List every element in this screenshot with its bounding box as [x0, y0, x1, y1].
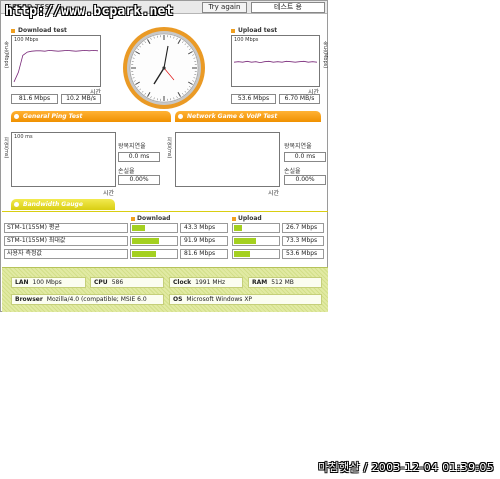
- signature-timestamp: 마침햇살 / 2003-12-04 01:39:05: [318, 461, 494, 474]
- cpu-key: CPU: [94, 279, 108, 286]
- game-rtt-label: 왕복지연율: [284, 143, 312, 150]
- bw-upload-value: 73.3 Mbps: [282, 236, 324, 246]
- game-axis-label: 지연(ms): [166, 137, 172, 159]
- download-test-title: Download test: [11, 27, 67, 34]
- test-label-tab[interactable]: 테스트 용: [251, 2, 325, 13]
- upload-speed-value: 53.6 Mbps: [231, 94, 276, 104]
- bw-upload-value: 26.7 Mbps: [282, 223, 324, 233]
- orange-square-icon: [232, 216, 236, 221]
- bw-download-label: Download: [137, 215, 171, 222]
- upload-graph: 100 Mbps: [231, 35, 320, 87]
- download-curve: [13, 49, 99, 83]
- download-rate-value: 10.2 MB/s: [61, 94, 101, 104]
- bandwidth-divider: [2, 211, 328, 212]
- upload-curve: [233, 60, 318, 64]
- general-ping-test-bar[interactable]: General Ping Test: [11, 111, 171, 122]
- ping-rtt-label: 왕복지연율: [118, 143, 146, 150]
- bw-upload-fill: [234, 225, 242, 231]
- bw-download-bar: [130, 223, 178, 233]
- bw-row-name: STM-1(155M) 평균: [4, 223, 128, 233]
- os-info: OS Microsoft Windows XP: [169, 294, 322, 305]
- bandwidth-gauge-bar[interactable]: Bandwidth Gauge: [11, 199, 115, 210]
- os-value: Microsoft Windows XP: [186, 296, 253, 303]
- ram-key: RAM: [252, 279, 268, 286]
- browser-info: Browser Mozilla/4.0 (compatible; MSIE 6.0: [11, 294, 164, 305]
- bw-download-value: 81.6 Mbps: [180, 249, 228, 259]
- system-info-panel: LAN 100 Mbps CPU 586 Clock 1991 MHz RAM 512 …: [2, 267, 328, 312]
- bw-download-bar: [130, 249, 178, 259]
- bw-upload-fill: [234, 238, 256, 244]
- bw-download-header: Download: [131, 215, 170, 222]
- upload-test-title: Upload test: [231, 27, 277, 34]
- game-rtt-value: 0.0 ms: [284, 152, 326, 162]
- bw-upload-header: Upload: [232, 215, 262, 222]
- orange-square-icon: [131, 216, 135, 221]
- ram-info: RAM 512 MB: [248, 277, 322, 288]
- ping-axis-label: 지연(ms): [3, 137, 9, 159]
- game-bullet-icon: [178, 114, 183, 119]
- ping-time-label: 시간: [103, 190, 115, 197]
- ram-value: 512 MB: [271, 279, 294, 286]
- lan-key: LAN: [15, 279, 29, 286]
- browser-value: Mozilla/4.0 (compatible; MSIE 6.0: [46, 296, 147, 303]
- game-loss-value: 0.00%: [284, 175, 326, 185]
- speed-test-window: SPEED TEST Try again 테스트 용 Download test…: [0, 0, 328, 312]
- speed-line: [13, 49, 99, 83]
- clock-info: Clock 1991 MHz: [169, 277, 243, 288]
- network-game-voip-test-bar[interactable]: Network Game & VoIP Test: [175, 111, 321, 122]
- game-graph: [175, 132, 280, 187]
- orange-square-icon: [231, 28, 235, 33]
- clock-value: 1991 MHz: [195, 279, 226, 286]
- watermark-url: http://www.bcpark.net: [5, 4, 174, 19]
- ping-title-text: General Ping Test: [23, 113, 83, 120]
- ping-bullet-icon: [14, 114, 19, 119]
- ping-scale: 100 ms: [14, 134, 33, 140]
- os-key: OS: [173, 296, 183, 303]
- bandwidth-title-text: Bandwidth Gauge: [23, 201, 83, 208]
- download-speed-value: 81.6 Mbps: [11, 94, 58, 104]
- upload-title-text: Upload test: [238, 27, 278, 34]
- cpu-info: CPU 586: [90, 277, 164, 288]
- orange-square-icon: [11, 28, 15, 33]
- upload-axis-label: 속도(Mbps): [322, 41, 328, 69]
- bw-upload-bar: [232, 236, 280, 246]
- bw-upload-fill: [234, 251, 250, 257]
- ping-loss-label: 손실율: [118, 168, 135, 175]
- bw-row-name: 사용자 측정값: [4, 249, 128, 259]
- bw-upload-bar: [232, 223, 280, 233]
- bw-download-fill: [132, 238, 159, 244]
- speed-gauge: [123, 27, 205, 109]
- bw-upload-bar: [232, 249, 280, 259]
- game-loss-label: 손실율: [284, 168, 301, 175]
- lan-info: LAN 100 Mbps: [11, 277, 86, 288]
- browser-key: Browser: [15, 296, 43, 303]
- bw-download-fill: [132, 225, 145, 231]
- ping-rtt-value: 0.0 ms: [118, 152, 160, 162]
- lan-value: 100 Mbps: [32, 279, 62, 286]
- speed-line: [233, 60, 318, 64]
- try-again-button[interactable]: Try again: [202, 2, 247, 13]
- bw-download-bar: [130, 236, 178, 246]
- ping-loss-value: 0.00%: [118, 175, 160, 185]
- bw-download-fill: [132, 251, 156, 257]
- ping-graph: 100 ms: [11, 132, 116, 187]
- download-graph: 100 Mbps: [11, 35, 101, 87]
- game-time-label: 시간: [268, 190, 280, 197]
- game-title-text: Network Game & VoIP Test: [187, 113, 278, 120]
- cpu-value: 586: [111, 279, 124, 286]
- bw-download-value: 43.3 Mbps: [180, 223, 228, 233]
- upload-rate-value: 6.70 MB/s: [279, 94, 320, 104]
- clock-key: Clock: [173, 279, 192, 286]
- bw-row-name: STM-1(155M) 최대값: [4, 236, 128, 246]
- bw-upload-label: Upload: [238, 215, 262, 222]
- bw-download-value: 91.9 Mbps: [180, 236, 228, 246]
- bandwidth-bullet-icon: [14, 202, 19, 207]
- download-title-text: Download test: [18, 27, 67, 34]
- download-axis-label: 속도(Mbps): [3, 41, 9, 69]
- bw-upload-value: 53.6 Mbps: [282, 249, 324, 259]
